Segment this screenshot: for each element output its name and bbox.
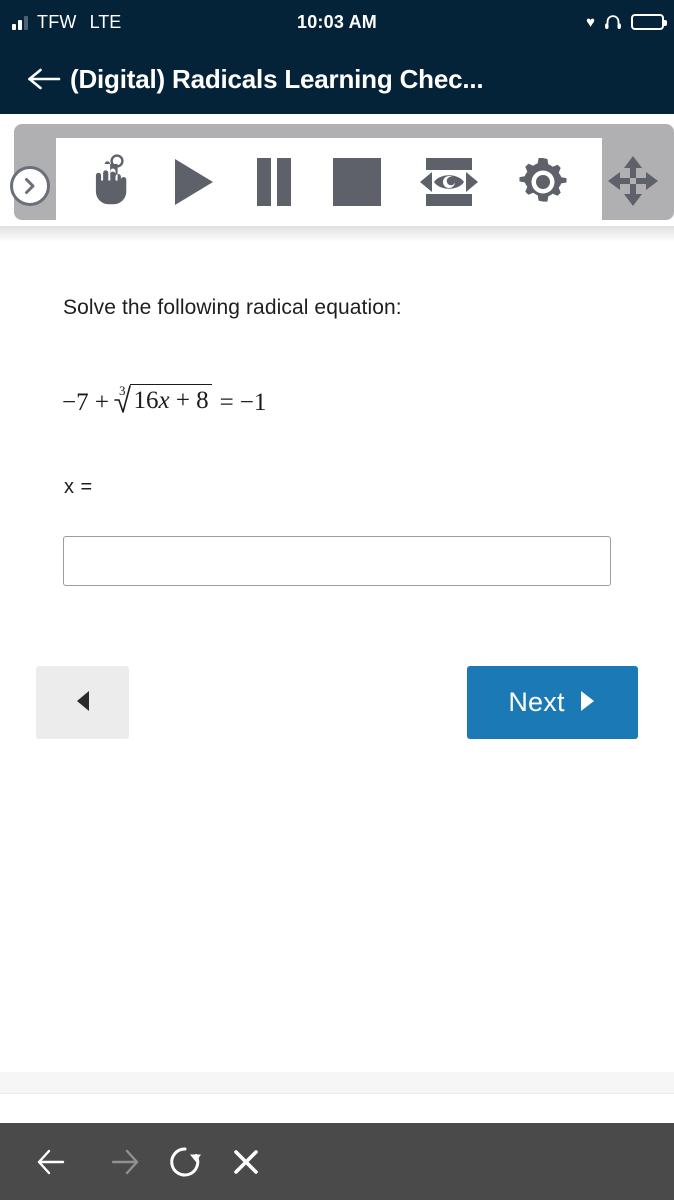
nav-header: (Digital) Radicals Learning Chec...: [0, 44, 674, 114]
headphones-icon: [604, 14, 622, 30]
browser-close-icon[interactable]: [230, 1146, 262, 1178]
browser-forward-icon[interactable]: [102, 1146, 140, 1178]
radicand: 16x + 8: [130, 384, 212, 415]
radicand-variable: x: [158, 387, 170, 414]
answer-input[interactable]: [63, 536, 611, 586]
move-four-arrows-icon[interactable]: [604, 152, 662, 210]
stop-icon[interactable]: [331, 156, 383, 208]
triangle-right-icon: [577, 689, 597, 716]
status-bar: TFW LTE 10:03 AM ♥: [0, 0, 674, 44]
heart-icon: ♥: [586, 13, 595, 31]
radical-equation: −7 + 3 16x + 8 = −1: [62, 383, 267, 421]
next-button[interactable]: Next: [467, 666, 638, 739]
battery-icon: [631, 14, 667, 30]
equation-lead: −7 +: [62, 388, 109, 416]
player-toolbar-background: [10, 124, 674, 226]
equation-right-side: −1: [239, 388, 267, 416]
content-top-shadow: [0, 226, 674, 242]
page-title: (Digital) Radicals Learning Chec...: [70, 63, 484, 94]
radicand-coefficient: 16: [133, 387, 159, 414]
tap-hand-icon[interactable]: [88, 154, 134, 210]
next-button-label: Next: [508, 687, 565, 717]
radical-index: 3: [118, 383, 126, 398]
player-toolbar-buttons: [56, 138, 602, 226]
browser-toolbar: [0, 1123, 674, 1200]
pause-icon[interactable]: [253, 156, 295, 208]
answer-label: x =: [64, 476, 93, 498]
back-arrow-icon[interactable]: [26, 65, 70, 93]
inspect-eye-icon[interactable]: [418, 157, 480, 207]
radicand-addend: + 8: [175, 387, 209, 414]
equals-sign: =: [219, 388, 234, 416]
browser-back-icon[interactable]: [36, 1146, 74, 1178]
app-root: TFW LTE 10:03 AM ♥ (Digital) Radicals Le…: [0, 0, 674, 1200]
gear-icon[interactable]: [516, 155, 570, 209]
status-bar-right: ♥: [586, 13, 667, 31]
chevron-right-circle-icon[interactable]: [10, 166, 50, 206]
status-bar-clock: 10:03 AM: [297, 11, 377, 32]
question-prompt: Solve the following radical equation:: [63, 296, 402, 319]
question-content: Solve the following radical equation: −7…: [0, 226, 674, 1072]
play-icon[interactable]: [169, 156, 217, 208]
triangle-left-icon: [73, 689, 93, 716]
cube-root-radical: 3 16x + 8: [111, 383, 212, 421]
player-toolbar: [0, 114, 674, 226]
content-bottom-band: [0, 1072, 674, 1094]
browser-reload-icon[interactable]: [168, 1145, 202, 1179]
page-footer-spacer: [0, 1094, 674, 1123]
previous-button[interactable]: [36, 666, 129, 739]
